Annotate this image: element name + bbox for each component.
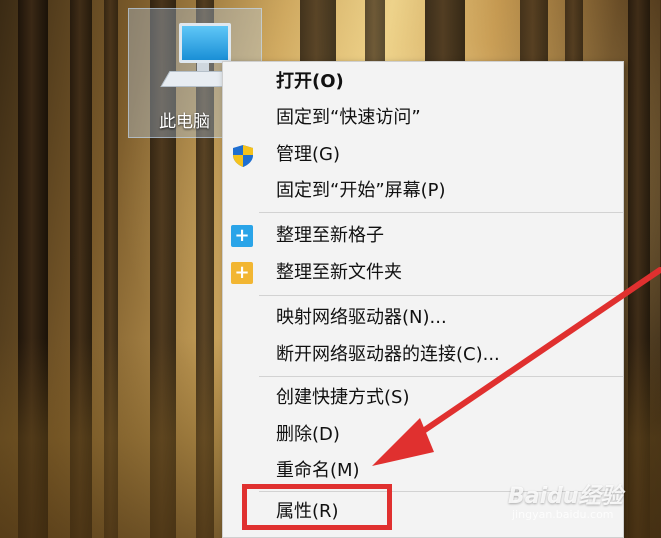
baidu-watermark: Baidu经验 [508, 484, 623, 509]
red-arrow-annotation [372, 267, 661, 466]
baidu-watermark-url: jingyan.baidu.com [512, 508, 614, 521]
